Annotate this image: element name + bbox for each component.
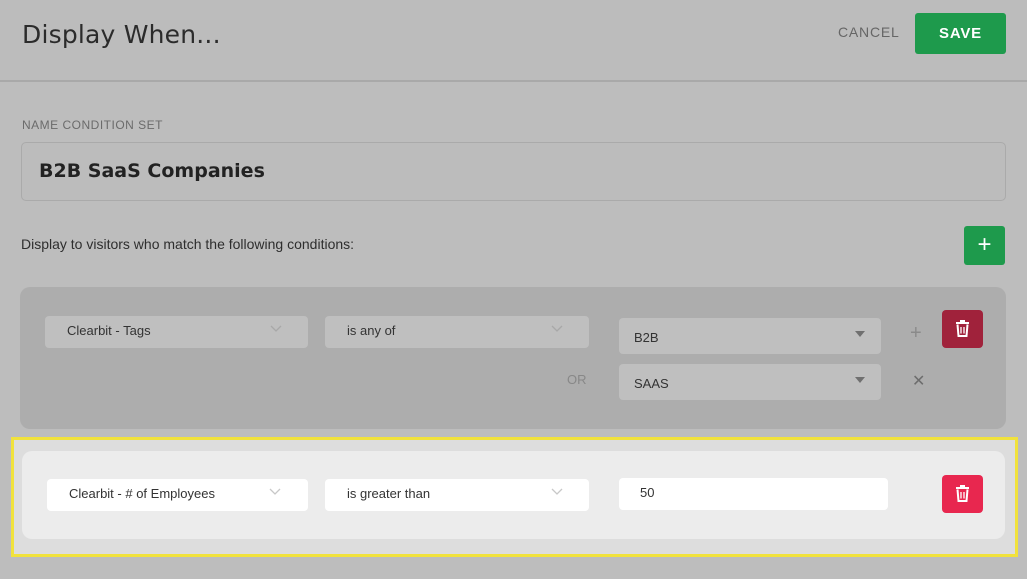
operator-select-value: is greater than: [347, 486, 431, 501]
value-input[interactable]: 50: [619, 478, 888, 510]
chevron-down-icon: [269, 488, 281, 496]
remove-value-icon[interactable]: ✕: [912, 371, 925, 391]
modal-header: Display When... CANCEL SAVE: [0, 0, 1027, 82]
chevron-down-icon: [270, 325, 282, 333]
condition-set-name-input[interactable]: B2B SaaS Companies: [21, 142, 1006, 201]
add-condition-button[interactable]: +: [964, 226, 1005, 265]
add-value-icon[interactable]: +: [910, 322, 922, 345]
attribute-select-value: Clearbit - # of Employees: [69, 486, 215, 501]
value-select[interactable]: B2B: [619, 318, 881, 354]
chevron-down-icon: [551, 325, 563, 333]
name-condition-set-label: NAME CONDITION SET: [22, 118, 164, 132]
attribute-select[interactable]: Clearbit - Tags: [45, 316, 308, 348]
operator-select[interactable]: is greater than: [325, 479, 589, 511]
operator-select-value: is any of: [347, 323, 396, 338]
operator-select[interactable]: is any of: [325, 316, 589, 348]
delete-condition-button[interactable]: [942, 310, 983, 348]
attribute-select-value: Clearbit - Tags: [67, 323, 151, 338]
or-label: OR: [567, 372, 587, 387]
save-button[interactable]: SAVE: [915, 13, 1006, 54]
value-select-text: SAAS: [634, 376, 669, 391]
value-select[interactable]: SAAS: [619, 364, 881, 400]
attribute-select[interactable]: Clearbit - # of Employees: [47, 479, 308, 511]
caret-down-icon: [855, 377, 865, 383]
value-select-text: B2B: [634, 330, 659, 345]
modal-title: Display When...: [22, 20, 221, 49]
trash-icon: [956, 485, 969, 502]
cancel-button[interactable]: CANCEL: [838, 24, 900, 40]
delete-condition-button[interactable]: [942, 475, 983, 513]
chevron-down-icon: [551, 488, 563, 496]
trash-icon: [956, 320, 969, 337]
conditions-instructions: Display to visitors who match the follow…: [21, 236, 355, 252]
caret-down-icon: [855, 331, 865, 337]
condition-card: [20, 287, 1006, 429]
